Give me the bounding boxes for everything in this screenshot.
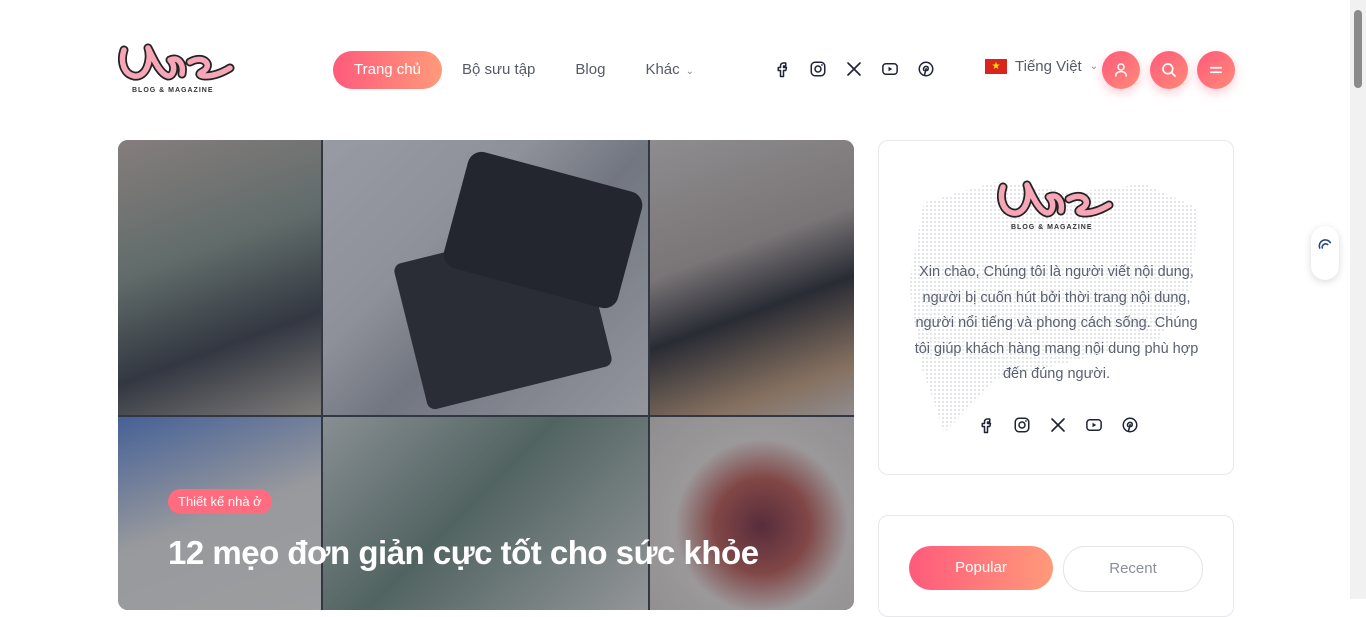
vietnam-flag-icon: ★	[985, 59, 1007, 74]
facebook-icon[interactable]	[976, 415, 996, 435]
pinterest-icon[interactable]	[916, 59, 936, 79]
user-button[interactable]	[1102, 51, 1140, 89]
main-nav: Trang chủ Bộ sưu tập Blog Khác ⌄	[333, 51, 714, 89]
chevron-down-icon: ⌄	[685, 66, 695, 77]
language-selector[interactable]: ★ Tiếng Việt ⌄	[985, 58, 1098, 75]
scrollbar-thumb[interactable]	[1354, 10, 1362, 88]
floating-widget[interactable]	[1311, 226, 1339, 280]
about-logo: BLOG & MAGAZINE	[996, 177, 1115, 237]
tab-popular[interactable]: Popular	[909, 546, 1053, 590]
x-icon[interactable]	[1048, 415, 1068, 435]
nav-item-home[interactable]: Trang chủ	[333, 51, 442, 89]
nav-item-blog[interactable]: Blog	[555, 51, 625, 89]
instagram-icon[interactable]	[1012, 415, 1032, 435]
featured-post[interactable]: Thiết kế nhà ở 12 mẹo đơn giản cực tốt c…	[118, 140, 854, 610]
chevron-down-icon: ⌄	[1089, 61, 1099, 72]
search-button[interactable]	[1150, 51, 1188, 89]
pinterest-icon[interactable]	[1120, 415, 1140, 435]
logo-tagline: BLOG & MAGAZINE	[1011, 224, 1093, 231]
nav-item-collections[interactable]: Bộ sưu tập	[442, 51, 555, 89]
youtube-icon[interactable]	[880, 59, 900, 79]
logo-tagline: BLOG & MAGAZINE	[132, 87, 214, 94]
facebook-icon[interactable]	[772, 59, 792, 79]
posts-tabs-widget: Popular Recent	[878, 515, 1234, 617]
about-description: Xin chào, Chúng tôi là người viết nội du…	[914, 264, 1199, 382]
post-title[interactable]: 12 mẹo đơn giản cực tốt cho sức khỏe	[168, 534, 759, 572]
search-icon	[1162, 63, 1176, 77]
language-label: Tiếng Việt	[1015, 58, 1082, 75]
header-social-links	[772, 59, 936, 79]
about-widget: BLOG & MAGAZINE Xin chào, Chúng tôi là n…	[878, 140, 1234, 475]
nav-item-more[interactable]: Khác ⌄	[625, 51, 714, 89]
menu-button[interactable]	[1197, 51, 1235, 89]
category-badge[interactable]: Thiết kế nhà ở	[168, 489, 272, 514]
tab-recent[interactable]: Recent	[1063, 546, 1203, 592]
instagram-icon[interactable]	[808, 59, 828, 79]
logo-wordmark	[996, 180, 1114, 218]
logo-wordmark	[117, 43, 235, 81]
site-logo[interactable]: BLOG & MAGAZINE	[117, 40, 236, 100]
loader-icon	[1318, 239, 1332, 249]
user-icon	[1115, 63, 1127, 77]
x-icon[interactable]	[844, 59, 864, 79]
about-social-links	[976, 415, 1140, 435]
youtube-icon[interactable]	[1084, 415, 1104, 435]
nav-item-more-label: Khác	[645, 61, 680, 78]
page-scrollbar[interactable]	[1350, 0, 1366, 599]
menu-icon	[1209, 66, 1223, 74]
